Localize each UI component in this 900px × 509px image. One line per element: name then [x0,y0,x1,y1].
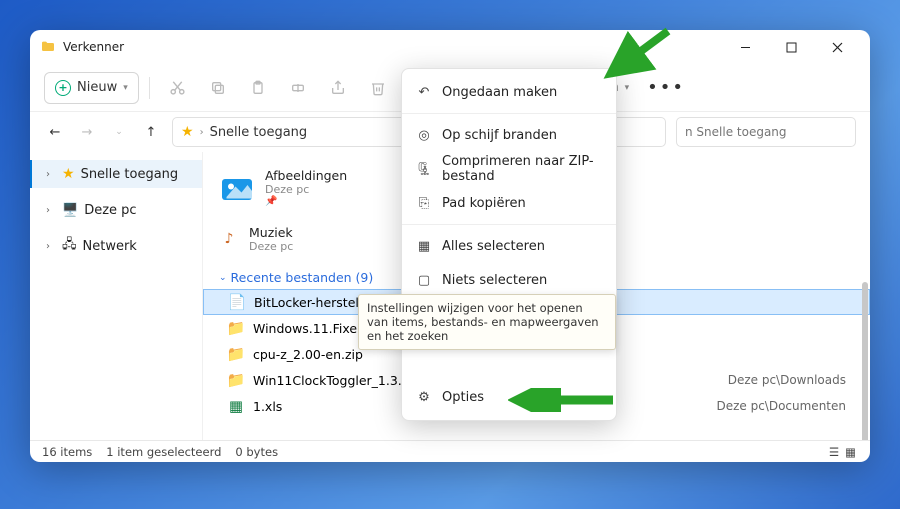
zip-icon: 🗜 [416,161,432,177]
menu-select-all[interactable]: ▦ Alles selecteren [402,229,616,263]
pin-icon: 📌 [265,196,347,207]
zip-icon: 📁 [227,345,245,363]
tooltip: Instellingen wijzigen voor het openen va… [358,294,616,350]
search-input[interactable] [676,117,856,147]
chevron-right-icon: › [46,205,56,216]
folder-name: Afbeeldingen [265,168,347,183]
recent-dropdown[interactable]: ⌄ [108,121,130,143]
select-none-icon: ▢ [416,272,432,288]
menu-label: Alles selecteren [442,239,545,254]
selection-count: 1 item geselecteerd [106,445,221,459]
menu-copy-path[interactable]: ⎘ Pad kopiëren [402,186,616,220]
rename-icon[interactable] [280,70,316,106]
star-icon: ★ [181,124,194,140]
new-button[interactable]: + Nieuw ▾ [44,72,139,104]
sidebar-item-label: Deze pc [84,203,136,218]
details-view-icon[interactable]: ☰ [827,443,841,461]
titlebar: Verkenner [30,30,870,64]
sidebar-item-this-pc[interactable]: › 🖥️ Deze pc [30,196,202,224]
select-all-icon: ▦ [416,238,432,254]
tooltip-text: Instellingen wijzigen voor het openen va… [367,301,599,343]
minimize-button[interactable] [722,30,768,64]
menu-label: Op schijf branden [442,128,557,143]
music-icon: ♪ [219,221,239,257]
plus-icon: + [55,80,71,96]
file-name: cpu-z_2.00-en.zip [253,347,363,362]
file-name: 1.xls [253,399,282,414]
annotation-arrow-bottom [508,388,618,412]
undo-icon: ↶ [416,84,432,100]
item-count: 16 items [42,445,92,459]
star-icon: ★ [62,166,75,182]
network-icon: 🖧 [62,235,77,257]
new-button-label: Nieuw [77,80,117,95]
menu-compress[interactable]: 🗜 Comprimeren naar ZIP-bestand [402,152,616,186]
chevron-right-icon: › [46,169,56,180]
close-button[interactable] [814,30,860,64]
selection-size: 0 bytes [235,445,278,459]
folder-music[interactable]: ♪ Muziek Deze pc [213,213,413,264]
copy-icon[interactable] [200,70,236,106]
separator [402,224,616,225]
menu-select-none[interactable]: ▢ Niets selecteren [402,263,616,297]
sidebar: › ★ Snelle toegang › 🖥️ Deze pc › 🖧 Netw… [30,152,202,440]
delete-icon[interactable] [360,70,396,106]
menu-burn[interactable]: ◎ Op schijf branden [402,118,616,152]
breadcrumb-current: Snelle toegang [210,125,308,140]
path-icon: ⎘ [416,195,432,211]
menu-label: Niets selecteren [442,273,547,288]
chevron-right-icon: › [200,127,204,138]
menu-undo[interactable]: ↶ Ongedaan maken [402,75,616,109]
overflow-menu: ↶ Ongedaan maken ◎ Op schijf branden 🗜 C… [401,68,617,421]
menu-label: Ongedaan maken [442,85,557,100]
tiles-view-icon[interactable]: ▦ [843,443,858,461]
file-location: Deze pc\Downloads [728,373,846,387]
folder-icon [40,39,56,55]
options-icon: ⚙ [416,389,432,405]
up-button[interactable]: ↑ [140,121,162,143]
annotation-arrow-top [598,26,678,86]
pc-icon: 🖥️ [62,203,78,218]
share-icon[interactable] [320,70,356,106]
file-location: Deze pc\Documenten [716,399,846,413]
separator [402,113,616,114]
menu-label: Pad kopiëren [442,196,526,211]
sidebar-item-label: Netwerk [83,239,137,254]
folder-icon: 📁 [227,319,245,337]
statusbar: 16 items 1 item geselecteerd 0 bytes ☰ ▦ [30,440,870,462]
paste-icon[interactable] [240,70,276,106]
maximize-button[interactable] [768,30,814,64]
folder-sub: Deze pc [249,240,293,253]
sidebar-item-quick-access[interactable]: › ★ Snelle toegang [30,160,202,188]
menu-label: Opties [442,390,484,405]
text-file-icon: 📄 [228,293,246,311]
chevron-down-icon: ⌄ [219,273,227,283]
separator [149,77,150,99]
scrollbar[interactable] [862,282,868,440]
menu-label: Comprimeren naar ZIP-bestand [442,154,602,184]
forward-button[interactable]: → [76,121,98,143]
folder-name: Muziek [249,225,293,240]
excel-icon: ▦ [227,397,245,415]
sidebar-item-network[interactable]: › 🖧 Netwerk [30,232,202,260]
folder-pictures[interactable]: Afbeeldingen Deze pc 📌 [213,162,413,213]
recent-title: Recente bestanden (9) [231,270,374,285]
back-button[interactable]: ← [44,121,66,143]
disc-icon: ◎ [416,127,432,143]
cut-icon[interactable] [160,70,196,106]
folder-sub: Deze pc [265,183,347,196]
chevron-right-icon: › [46,241,56,252]
pictures-icon [219,170,255,206]
sidebar-item-label: Snelle toegang [81,167,179,182]
chevron-down-icon: ▾ [123,83,128,93]
zip-icon: 📁 [227,371,245,389]
